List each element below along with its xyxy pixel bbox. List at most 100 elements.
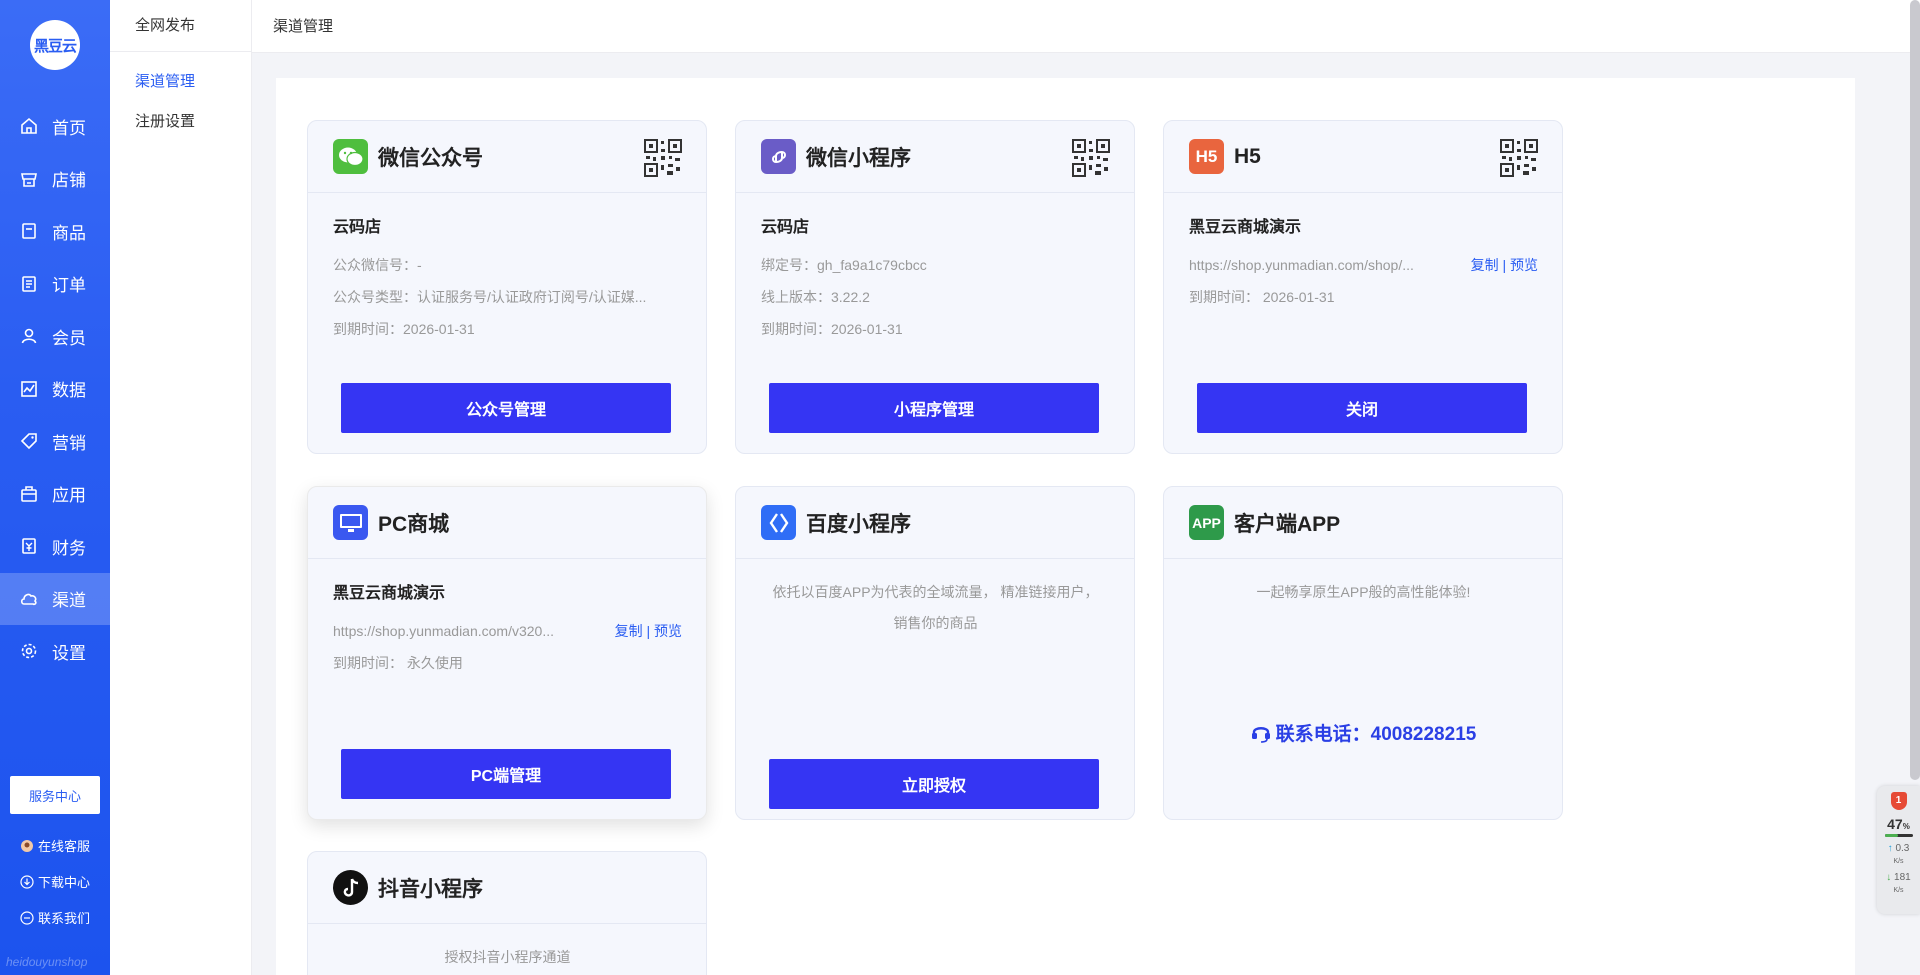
card-body: 一起畅享原生APP般的高性能体验! bbox=[1164, 559, 1562, 608]
nav-label: 应用 bbox=[52, 486, 86, 506]
qrcode-icon[interactable] bbox=[1072, 139, 1110, 177]
app-icon bbox=[20, 485, 38, 503]
percent-value: 47 bbox=[1887, 816, 1903, 832]
sub-item-channel-management[interactable]: 渠道管理 bbox=[110, 62, 251, 102]
download-center-link[interactable]: 下载中心 bbox=[20, 872, 90, 891]
store-icon bbox=[20, 170, 38, 188]
tag-icon bbox=[20, 432, 38, 450]
download-center-label: 下载中心 bbox=[38, 875, 91, 890]
nav-item-store[interactable]: 店铺 bbox=[0, 153, 110, 206]
page-scrollbar[interactable] bbox=[1910, 0, 1920, 780]
nav-label: 营销 bbox=[52, 433, 86, 453]
nav-item-marketing[interactable]: 营销 bbox=[0, 415, 110, 468]
copy-preview-links[interactable]: 复制 | 预览 bbox=[1471, 249, 1538, 281]
phone-text: 联系电话：4008228215 bbox=[1275, 724, 1477, 745]
channel-card-baidu: 百度小程序 依托以百度APP为代表的全域流量， 精准链接用户，销售你的商品 立即… bbox=[735, 486, 1135, 820]
speed-unit: K/s bbox=[1893, 858, 1904, 865]
contact-us-link[interactable]: 联系我们 bbox=[20, 908, 90, 927]
info-row: 公众号类型：认证服务号/认证政府订阅号/认证媒... bbox=[333, 289, 647, 305]
download-speed: ↓ 181 K/s bbox=[1877, 872, 1920, 897]
close-h5-button[interactable]: 关闭 bbox=[1197, 383, 1527, 433]
nav-item-finance[interactable]: 财务 bbox=[0, 520, 110, 573]
manage-pc-button[interactable]: PC端管理 bbox=[341, 749, 671, 799]
card-title: 客户端APP bbox=[1234, 512, 1341, 536]
authorize-now-button[interactable]: 立即授权 bbox=[769, 759, 1099, 809]
channel-card-h5: H5 H5 黑豆云商城演示 https://shop.yunmadian.com… bbox=[1163, 120, 1563, 454]
download-icon bbox=[20, 874, 34, 889]
url-row: https://shop.yunmadian.com/v320... 复制 | … bbox=[333, 615, 682, 647]
card-title: 微信小程序 bbox=[806, 146, 911, 170]
speed-unit: K/s bbox=[1893, 887, 1904, 894]
nav-label: 财务 bbox=[52, 538, 86, 558]
service-center-button[interactable]: 服务中心 bbox=[10, 776, 100, 814]
main-nav: 首页 店铺 商品 订单 会员 数据 营销 应用 财务 渠道 设置 bbox=[0, 100, 110, 678]
card-body: 授权抖音小程序通道 bbox=[308, 924, 706, 973]
logo[interactable]: 黑豆云 bbox=[30, 20, 80, 70]
nav-label: 设置 bbox=[52, 643, 86, 663]
online-support-link[interactable]: 在线客服 bbox=[20, 836, 90, 855]
order-icon bbox=[20, 275, 38, 293]
manage-oa-button[interactable]: 公众号管理 bbox=[341, 383, 671, 433]
card-body: 云码店 公众微信号：- 公众号类型：认证服务号/认证政府订阅号/认证媒... 到… bbox=[308, 193, 706, 345]
up-value: 0.3 bbox=[1895, 843, 1910, 854]
topbar: 渠道管理 bbox=[252, 0, 1920, 53]
baidu-icon bbox=[761, 505, 796, 540]
nav-label: 首页 bbox=[52, 118, 86, 138]
shop-url: https://shop.yunmadian.com/shop/... bbox=[1189, 257, 1414, 273]
main-content: 微信公众号 云码店 公众微信号：- 公众号类型：认证服务号/认证政府订阅号/认证… bbox=[276, 78, 1855, 975]
info-row: 到期时间：2026-01-31 bbox=[333, 321, 475, 337]
nav-item-apps[interactable]: 应用 bbox=[0, 468, 110, 521]
card-title: PC商城 bbox=[378, 512, 450, 536]
contact-phone: 联系电话：4008228215 bbox=[1164, 719, 1562, 746]
card-header: PC商城 bbox=[308, 487, 706, 559]
up-arrow-icon: ↑ bbox=[1887, 843, 1893, 854]
card-header: 百度小程序 bbox=[736, 487, 1134, 559]
qrcode-icon[interactable] bbox=[1500, 139, 1538, 177]
shop-name: 黑豆云商城演示 bbox=[333, 585, 446, 602]
channel-card-wechat-mp: 微信小程序 云码店 绑定号：gh_fa9a1c79cbcc 线上版本：3.22.… bbox=[735, 120, 1135, 454]
manage-mini-program-button[interactable]: 小程序管理 bbox=[769, 383, 1099, 433]
card-description: 授权抖音小程序通道 bbox=[444, 949, 571, 965]
mini-program-icon bbox=[761, 139, 796, 174]
channel-icon bbox=[20, 590, 38, 608]
shop-url: https://shop.yunmadian.com/v320... bbox=[333, 623, 555, 639]
page-title: 渠道管理 bbox=[273, 18, 334, 35]
memory-percent: 47% bbox=[1877, 816, 1920, 832]
info-row: 绑定号：gh_fa9a1c79cbcc bbox=[761, 257, 927, 273]
home-icon bbox=[20, 117, 38, 135]
monitor-icon bbox=[333, 505, 368, 540]
card-header: H5 H5 bbox=[1164, 121, 1562, 193]
url-row: https://shop.yunmadian.com/shop/... 复制 |… bbox=[1189, 249, 1538, 281]
security-shield-icon: 1 bbox=[1890, 792, 1907, 810]
memory-usage-bar bbox=[1884, 834, 1913, 837]
system-monitor-widget[interactable]: 1 47% ↑ 0.3 K/s ↓ 181 K/s bbox=[1877, 786, 1920, 914]
card-header: 微信小程序 bbox=[736, 121, 1134, 193]
douyin-icon bbox=[333, 870, 368, 905]
info-row: 到期时间： 2026-01-31 bbox=[1189, 289, 1335, 305]
nav-item-channel[interactable]: 渠道 bbox=[0, 572, 110, 625]
finance-icon bbox=[20, 537, 38, 555]
card-header: 抖音小程序 bbox=[308, 852, 706, 924]
card-body: 云码店 绑定号：gh_fa9a1c79cbcc 线上版本：3.22.2 到期时间… bbox=[736, 193, 1134, 345]
qrcode-icon[interactable] bbox=[644, 139, 682, 177]
nav-item-goods[interactable]: 商品 bbox=[0, 205, 110, 258]
nav-item-settings[interactable]: 设置 bbox=[0, 625, 110, 678]
nav-item-order[interactable]: 订单 bbox=[0, 258, 110, 311]
card-title: 抖音小程序 bbox=[378, 877, 483, 901]
channel-card-pc: PC商城 黑豆云商城演示 https://shop.yunmadian.com/… bbox=[307, 486, 707, 820]
gear-icon bbox=[20, 642, 38, 660]
nav-label: 会员 bbox=[52, 328, 86, 348]
support-avatar-icon bbox=[20, 839, 34, 853]
nav-item-member[interactable]: 会员 bbox=[0, 310, 110, 363]
copy-preview-links[interactable]: 复制 | 预览 bbox=[615, 615, 682, 647]
info-row: 到期时间：2026-01-31 bbox=[761, 321, 903, 337]
chat-icon bbox=[20, 910, 34, 925]
nav-item-home[interactable]: 首页 bbox=[0, 100, 110, 153]
contact-us-label: 联系我们 bbox=[38, 911, 91, 926]
nav-item-data[interactable]: 数据 bbox=[0, 363, 110, 416]
headset-icon bbox=[1250, 722, 1272, 744]
info-row: 公众微信号：- bbox=[333, 257, 422, 273]
shop-name: 云码店 bbox=[761, 219, 810, 236]
sub-item-registration-settings[interactable]: 注册设置 bbox=[110, 102, 251, 142]
card-body: 依托以百度APP为代表的全域流量， 精准链接用户，销售你的商品 bbox=[736, 559, 1134, 639]
